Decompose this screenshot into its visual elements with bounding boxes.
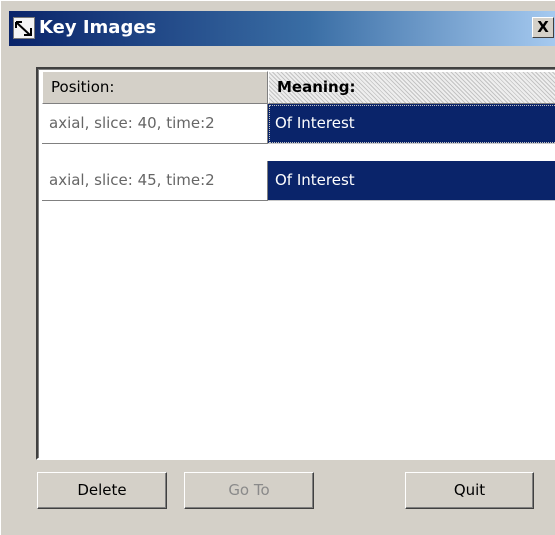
table-row[interactable]: axial, slice: 45, time:2 Of Interest (42, 161, 555, 201)
key-image-arrow-icon (13, 17, 35, 39)
key-images-table[interactable]: Position: Meaning: axial, slice: 40, tim… (36, 67, 555, 460)
title-bar[interactable]: Key Images X (9, 11, 555, 46)
delete-button[interactable]: Delete (37, 472, 167, 509)
go-to-button[interactable]: Go To (184, 472, 314, 509)
column-header-position[interactable]: Position: (42, 71, 268, 104)
position-cell[interactable]: axial, slice: 45, time:2 (42, 161, 268, 201)
column-header-meaning[interactable]: Meaning: (268, 71, 555, 104)
window-title: Key Images (39, 17, 157, 38)
quit-button[interactable]: Quit (405, 472, 534, 509)
table-row[interactable]: axial, slice: 40, time:2 Of Interest (42, 104, 555, 144)
position-cell[interactable]: axial, slice: 40, time:2 (42, 104, 268, 144)
meaning-cell[interactable]: Of Interest (268, 104, 555, 144)
meaning-cell[interactable]: Of Interest (268, 161, 555, 201)
close-button[interactable]: X (532, 17, 554, 38)
key-images-dialog: Key Images X Position: Meaning: axial, s… (0, 0, 555, 535)
